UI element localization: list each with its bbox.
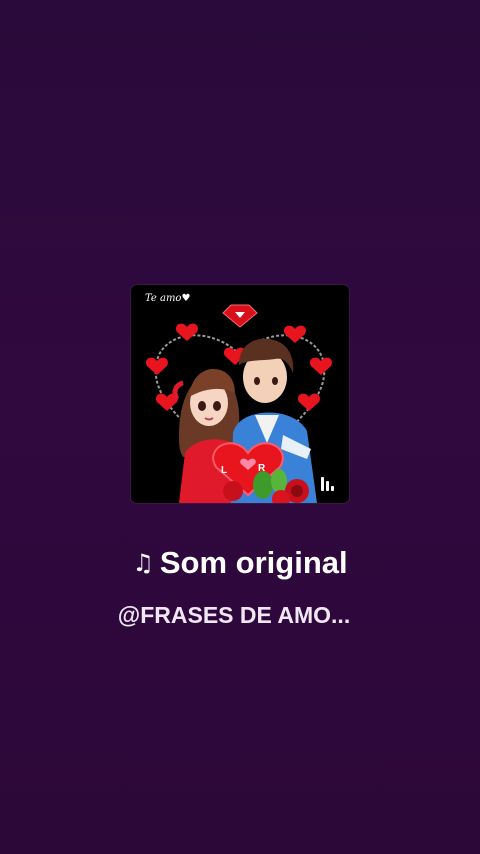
music-note-icon: ♫ [132,549,154,577]
sound-author-link[interactable]: @FRASES DE AMO... [0,600,468,630]
album-cover[interactable]: L R Te amo♥ [131,285,349,503]
sound-title: Som original [159,545,348,580]
music-bars-icon [321,475,337,491]
couple-illustration: L R [146,304,332,503]
badge-letter-left: L [221,465,227,476]
sound-title-row[interactable]: ♫ Som original [0,543,480,583]
cover-caption: Te amo♥ [145,293,191,304]
